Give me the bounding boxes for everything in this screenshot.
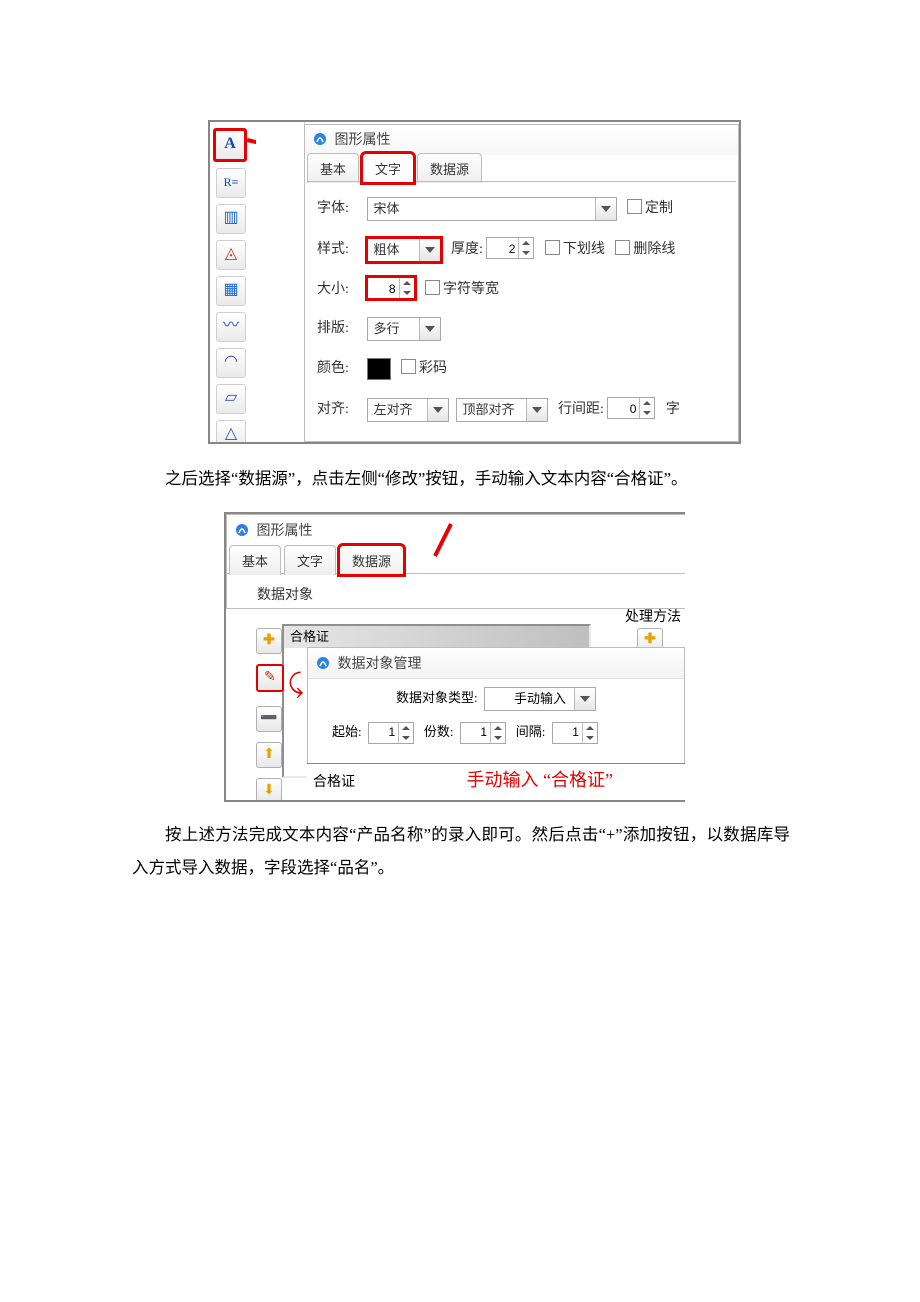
chevron-down-icon[interactable] — [595, 198, 616, 220]
paragraph-2: 按上述方法完成文本内容“产品名称”的录入即可。然后点击“+”添加按钮，以数据库导… — [0, 818, 920, 884]
underline-label: 下划线 — [563, 242, 605, 257]
data-object-manage-dialog: 数据对象管理 数据对象类型: 手动输入 起始: 份数: 间隔: — [307, 647, 685, 771]
strike-label: 删除线 — [633, 242, 675, 257]
size-spin[interactable] — [367, 277, 415, 299]
left-toolbar: A R≡ ▥ ◬ ▦ 〰 ◠ ▱ △ — [210, 122, 257, 442]
list-item[interactable]: 合格证 — [284, 626, 589, 648]
count-spin[interactable] — [460, 722, 506, 744]
color-swatch[interactable] — [367, 358, 391, 380]
style-combo[interactable]: 粗体 — [367, 238, 441, 262]
value-text[interactable]: 合格证 — [313, 771, 433, 791]
dialog-title: 数据对象管理 — [308, 648, 684, 679]
align-label: 对齐: — [317, 398, 363, 422]
app-icon — [235, 523, 249, 537]
gap-spin[interactable] — [552, 722, 598, 744]
tool-polygon-icon[interactable]: ▱ — [216, 384, 246, 414]
tab-datasource[interactable]: 数据源 — [339, 545, 404, 575]
screenshot-text-properties: A R≡ ▥ ◬ ▦ 〰 ◠ ▱ △ 图形属性 基本 文字 — [208, 120, 741, 444]
window-title-text: 图形属性 — [257, 524, 313, 539]
window-title-text: 图形属性 — [335, 133, 391, 148]
edit-button[interactable]: ✎ — [256, 664, 284, 692]
tool-curve-icon[interactable]: 〰 — [216, 312, 246, 342]
tab-text[interactable]: 文字 — [362, 153, 414, 183]
lineheight-spin[interactable] — [607, 397, 655, 419]
dialog-title-text: 数据对象管理 — [338, 657, 422, 672]
window-title: 图形属性 — [227, 515, 685, 545]
tab-datasource[interactable]: 数据源 — [417, 153, 482, 183]
count-label: 份数: — [424, 724, 454, 739]
app-icon — [313, 132, 327, 146]
data-type-label: 数据对象类型: — [396, 690, 478, 705]
tool-shape-icon[interactable]: ◬ — [216, 240, 246, 270]
start-label: 起始: — [332, 724, 362, 739]
screenshot-datasource: 图形属性 基本 文字 数据源 数据对象 处理方法 ✚ 合格证 ✚ ✎ ➖ ⬆ ⬇… — [224, 512, 685, 802]
text-form: 字体: 宋体 定制 样式: 粗体 厚度: 下划线 删除线 大小: 字符等宽 — [317, 197, 734, 437]
tool-table-icon[interactable]: ▦ — [216, 276, 246, 306]
annotation-2-icon: ⤹ — [288, 669, 304, 700]
strike-checkbox[interactable] — [615, 240, 630, 255]
monospace-checkbox[interactable] — [425, 280, 440, 295]
ruler — [256, 122, 305, 442]
font-combo[interactable]: 宋体 — [367, 197, 617, 221]
tool-barcode-icon[interactable]: ▥ — [216, 204, 246, 234]
chevron-down-icon[interactable] — [427, 399, 448, 421]
layout-combo[interactable]: 多行 — [367, 317, 441, 341]
add-button[interactable]: ✚ — [256, 628, 282, 654]
process-method-label: 处理方法 — [625, 606, 681, 626]
properties-window: 图形属性 基本 文字 数据源 字体: 宋体 定制 样式: 粗体 厚度: — [304, 124, 739, 442]
tabs: 基本 文字 数据源 — [227, 545, 685, 573]
gap-label: 间隔: — [516, 724, 546, 739]
size-label: 大小: — [317, 278, 363, 302]
color-label: 颜色: — [317, 357, 363, 381]
tool-text-icon[interactable]: A — [213, 128, 247, 162]
move-down-button[interactable]: ⬇ — [256, 778, 282, 802]
chevron-down-icon[interactable] — [419, 318, 440, 340]
valign-combo[interactable]: 顶部对齐 — [456, 398, 548, 422]
chevron-down-icon[interactable] — [526, 399, 547, 421]
app-icon — [316, 656, 330, 670]
thickness-label: 厚度: — [451, 238, 483, 262]
halign-combo[interactable]: 左对齐 — [367, 398, 449, 422]
chevron-down-icon[interactable] — [574, 688, 595, 710]
chevron-down-icon[interactable] — [419, 239, 440, 261]
tool-underline-icon[interactable]: R≡ — [216, 168, 246, 198]
move-up-button[interactable]: ⬆ — [256, 742, 282, 768]
tab-basic[interactable]: 基本 — [307, 153, 359, 183]
data-type-combo[interactable]: 手动输入 — [484, 687, 596, 711]
monospace-label: 字符等宽 — [443, 282, 499, 297]
data-object-label: 数据对象 — [257, 588, 313, 603]
start-spin[interactable] — [368, 722, 414, 744]
remove-button[interactable]: ➖ — [256, 706, 282, 732]
palette-checkbox[interactable] — [401, 359, 416, 374]
layout-label: 排版: — [317, 317, 363, 341]
tab-text[interactable]: 文字 — [284, 545, 336, 575]
paragraph-1: 之后选择“数据源”，点击左侧“修改”按钮，手动输入文本内容“合格证”。 — [0, 462, 920, 495]
custom-checkbox[interactable] — [627, 199, 642, 214]
thickness-spin[interactable] — [486, 237, 534, 259]
tabs: 基本 文字 数据源 — [307, 153, 481, 181]
font-label: 字体: — [317, 197, 363, 221]
custom-label: 定制 — [645, 201, 673, 216]
tab-basic[interactable]: 基本 — [229, 545, 281, 575]
palette-label: 彩码 — [419, 361, 447, 376]
tool-triangle-icon[interactable]: △ — [216, 420, 246, 444]
window-title: 图形属性 — [313, 129, 391, 149]
lineheight-label: 行间距: — [558, 398, 604, 422]
style-label: 样式: — [317, 238, 363, 262]
tool-arc-icon[interactable]: ◠ — [216, 348, 246, 378]
value-row: 合格证 手动输入 “合格证” — [307, 763, 685, 796]
char-label: 字 — [666, 402, 680, 417]
underline-checkbox[interactable] — [545, 240, 560, 255]
annotation-text: 手动输入 “合格证” — [467, 770, 613, 790]
list-side-buttons: ✚ ✎ ➖ ⬆ ⬇ — [256, 628, 284, 802]
annotation-slash-icon — [431, 522, 455, 558]
